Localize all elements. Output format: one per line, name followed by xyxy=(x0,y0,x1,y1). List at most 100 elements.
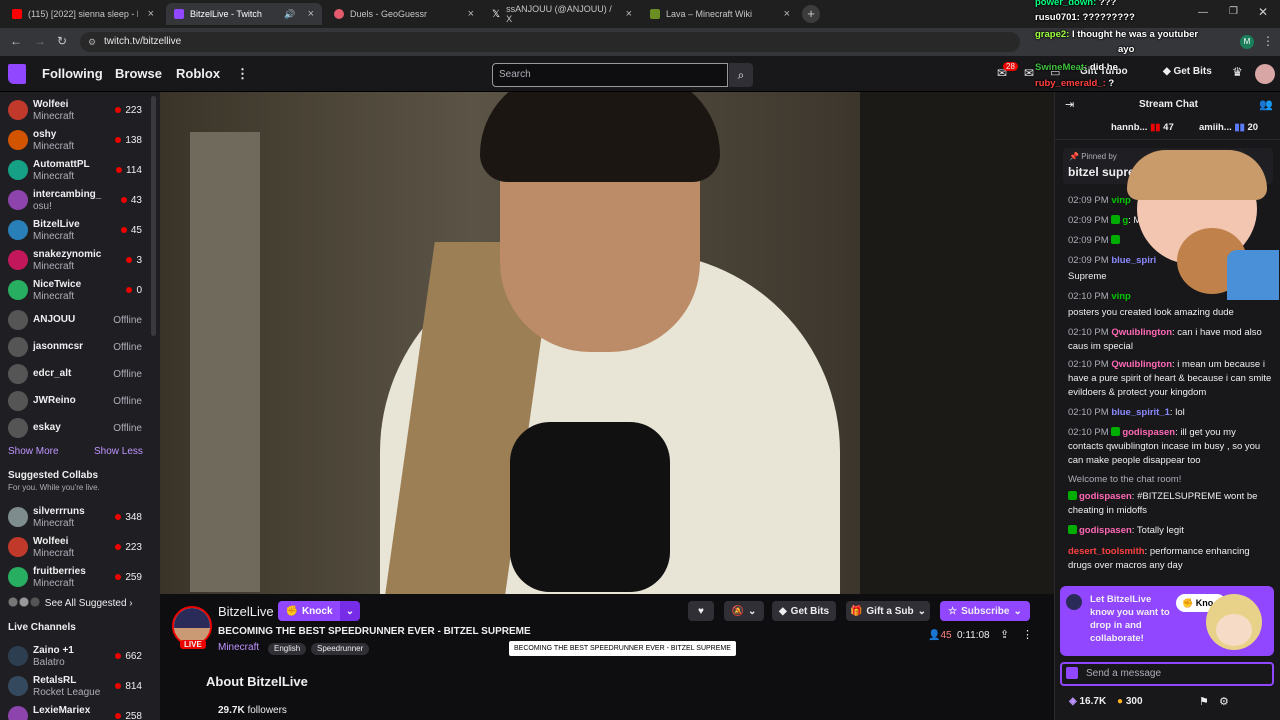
twitch-logo-icon[interactable] xyxy=(8,64,26,84)
follow-button[interactable]: ♥ xyxy=(688,601,714,621)
more-menu-icon[interactable]: ⋮ xyxy=(236,66,249,82)
channel-row[interactable]: snakezynomic Minecraft 3 xyxy=(0,246,150,274)
message-username[interactable]: godispasen xyxy=(1122,427,1175,438)
channel-row-offline[interactable]: jasonmcsr Offline xyxy=(0,333,150,361)
search-input[interactable]: Search xyxy=(492,63,728,87)
send-message-input[interactable]: Send a message xyxy=(1060,662,1274,686)
browser-tab-wiki[interactable]: Lava – Minecraft Wiki × xyxy=(642,3,798,25)
close-tab-icon[interactable]: × xyxy=(148,8,154,20)
channel-row-offline[interactable]: JWReino Offline xyxy=(0,387,150,415)
whispers-icon[interactable]: ✉ xyxy=(1024,66,1034,80)
chat-message[interactable]: 02:10 PM godispasen: ill get you my cont… xyxy=(1068,426,1273,468)
show-less-link[interactable]: Show Less xyxy=(94,446,143,457)
profile-avatar-icon[interactable]: M xyxy=(1240,35,1254,49)
nav-following[interactable]: Following xyxy=(42,66,103,81)
maximize-icon[interactable]: ❐ xyxy=(1229,6,1238,17)
stream-chat-panel: ⇥ Stream Chat 👥 hannb... ▮▮ 47 amiih... … xyxy=(1054,92,1280,720)
share-icon[interactable]: ⇪ xyxy=(1000,628,1009,641)
message-username[interactable]: Qwuiblington xyxy=(1111,359,1172,370)
channel-row[interactable]: fruitberries Minecraft 259 xyxy=(0,563,150,591)
site-info-icon[interactable]: ⚙ xyxy=(88,32,96,52)
sidebar-scrollbar[interactable] xyxy=(151,96,156,336)
top-gifter-2[interactable]: amiih... ▮▮ 20 xyxy=(1199,122,1258,133)
overlay-chat-line: power_down: ??? xyxy=(1035,0,1116,8)
channel-row[interactable]: RetalsRL Rocket League 814 xyxy=(0,672,150,700)
chat-tools-icon[interactable]: ⚑ xyxy=(1199,695,1209,708)
notifications-toggle-button[interactable]: 🔕 ⌄ xyxy=(724,601,764,621)
close-window-icon[interactable]: ✕ xyxy=(1258,5,1268,19)
top-gifter-1[interactable]: hannb... ▮▮ 47 xyxy=(1111,122,1174,133)
see-all-suggested-link[interactable]: See All Suggested › xyxy=(8,597,133,609)
chat-message[interactable]: godispasen: #BITZELSUPREME wont be cheat… xyxy=(1068,490,1273,518)
channel-name[interactable]: BitzelLive xyxy=(218,604,274,619)
video-player[interactable]: power_down: ??? xyxy=(160,92,1054,594)
channel-row-offline[interactable]: edcr_alt Offline xyxy=(0,360,150,388)
get-bits-channel-button[interactable]: ◆ Get Bits xyxy=(772,601,836,621)
tag-english[interactable]: English xyxy=(268,643,307,655)
channel-row[interactable]: Zaino +1 Balatro 662 xyxy=(0,642,150,670)
chat-message[interactable]: Welcome to the chat room! xyxy=(1068,473,1273,487)
browser-menu-icon[interactable]: ⋮ xyxy=(1262,34,1274,48)
tag-speedrunner[interactable]: Speedrunner xyxy=(311,643,370,655)
channel-row-offline[interactable]: eskay Offline xyxy=(0,414,150,442)
message-username[interactable]: blue_spirit_1 xyxy=(1111,407,1170,418)
live-dot-icon xyxy=(126,287,133,293)
close-tab-icon[interactable]: × xyxy=(468,8,474,20)
chevron-down-icon: ⌄ xyxy=(917,605,927,617)
chat-message[interactable]: 02:10 PM blue_spirit_1: lol xyxy=(1068,406,1273,420)
channel-row[interactable]: Wolfeei Minecraft 223 xyxy=(0,96,150,124)
browser-tab-geoguessr[interactable]: Duels - GeoGuessr × xyxy=(326,3,482,25)
prime-icon[interactable]: ♛ xyxy=(1232,65,1243,79)
more-options-icon[interactable]: ⋮ xyxy=(1022,628,1033,641)
chat-message[interactable]: 02:10 PM Qwuiblington: i mean um because… xyxy=(1068,358,1273,400)
knock-button[interactable]: ✊ Knock xyxy=(278,601,340,621)
new-tab-button[interactable]: + xyxy=(802,5,820,23)
user-avatar[interactable] xyxy=(1255,64,1275,84)
get-bits-button[interactable]: ◆ Get Bits xyxy=(1163,66,1212,77)
chat-message[interactable]: godispasen: Totally legit xyxy=(1068,524,1273,538)
chat-message[interactable]: 02:10 PM Qwuiblington: can i have mod al… xyxy=(1068,326,1273,354)
message-username[interactable]: godispasen xyxy=(1079,491,1132,502)
collapse-chat-icon[interactable]: ⇥ xyxy=(1065,98,1074,111)
channel-row[interactable]: AutomattPL Minecraft 114 xyxy=(0,156,150,184)
search-button[interactable]: ⌕ xyxy=(729,63,753,87)
chat-users-icon[interactable]: 👥 xyxy=(1259,98,1273,111)
close-tab-icon[interactable]: × xyxy=(784,8,790,20)
speaker-icon[interactable]: 🔊 xyxy=(284,9,295,20)
channel-row[interactable]: intercambing_ osu! 43 xyxy=(0,186,150,214)
reload-icon[interactable]: ↻ xyxy=(57,34,67,48)
channel-row[interactable]: LexieMariex 258 xyxy=(0,702,150,720)
viewer-count-value: 348 xyxy=(125,512,142,523)
nav-browse[interactable]: Browse xyxy=(115,66,162,81)
back-icon[interactable]: ← xyxy=(10,34,22,48)
close-tab-icon[interactable]: × xyxy=(308,8,314,20)
nav-roblox[interactable]: Roblox xyxy=(176,66,220,81)
gift-sub-button[interactable]: 🎁 Gift a Sub ⌄ xyxy=(846,601,930,621)
channel-points[interactable]: ◈ 16.7K xyxy=(1069,696,1106,707)
url-field[interactable]: ⚙ twitch.tv/bitzellive xyxy=(80,32,1020,52)
chat-settings-icon[interactable]: ⚙ xyxy=(1219,695,1229,708)
channel-row[interactable]: silverrruns Minecraft 348 xyxy=(0,503,150,531)
bits-balance[interactable]: ● 300 xyxy=(1117,696,1143,707)
channel-row[interactable]: BitzelLive Minecraft 45 xyxy=(0,216,150,244)
message-username[interactable]: Qwuiblington xyxy=(1111,327,1172,338)
close-tab-icon[interactable]: × xyxy=(626,8,632,20)
category-link[interactable]: Minecraft xyxy=(218,642,259,653)
message-username[interactable]: godispasen xyxy=(1079,525,1132,536)
message-username[interactable]: desert_toolsmith xyxy=(1068,546,1145,557)
chat-identity-icon[interactable] xyxy=(1066,667,1078,679)
channel-row[interactable]: NiceTwice Minecraft 0 xyxy=(0,276,150,304)
browser-tab-youtube[interactable]: (115) [2022] sienna sleep - live × xyxy=(4,3,162,25)
forward-icon[interactable]: → xyxy=(34,34,46,48)
subscribe-button[interactable]: ☆ Subscribe ⌄ xyxy=(940,601,1030,621)
channel-row[interactable]: Wolfeei Minecraft 223 xyxy=(0,533,150,561)
minimize-icon[interactable]: — xyxy=(1198,7,1208,18)
show-more-link[interactable]: Show More xyxy=(8,446,59,457)
chat-message[interactable]: posters you created look amazing dude xyxy=(1068,306,1273,320)
chat-message[interactable]: desert_toolsmith: performance enhancing … xyxy=(1068,545,1273,573)
browser-tab-twitch[interactable]: BitzelLive - Twitch 🔊 × xyxy=(166,3,322,25)
channel-row[interactable]: oshy Minecraft 138 xyxy=(0,126,150,154)
browser-tab-x[interactable]: 𝕏 ssANJOUU (@ANJOUU) / X × xyxy=(484,3,640,25)
channel-row-offline[interactable]: ANJOUU Offline xyxy=(0,306,150,334)
knock-dropdown-button[interactable]: ⌄ xyxy=(340,601,360,621)
